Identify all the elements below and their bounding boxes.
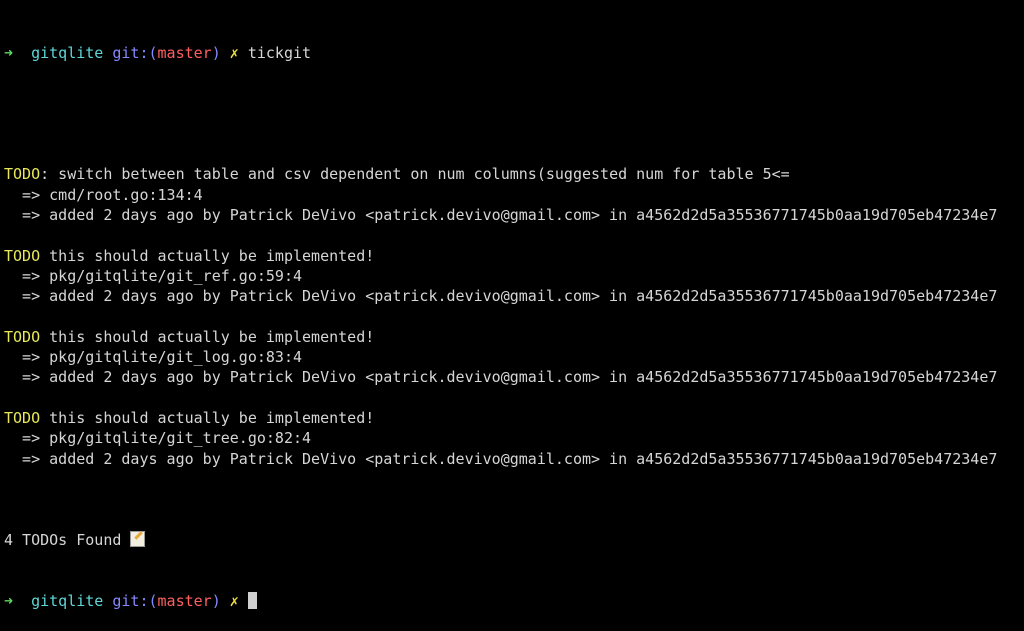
summary-line: 4 TODOs Found xyxy=(4,530,997,550)
git-label-close: ) xyxy=(211,591,221,610)
todo-commit-info: => added 2 days ago by Patrick DeVivo <p… xyxy=(4,449,998,468)
prompt-directory: gitqlite xyxy=(31,43,104,62)
terminal-output: ➜ gitqlite git:(master) ✗ tickgit TODO: … xyxy=(4,2,997,631)
todo-location: => cmd/root.go:134:4 xyxy=(4,185,203,204)
git-label-close: ) xyxy=(211,43,221,62)
todo-text: this should actually be implemented! xyxy=(40,246,375,265)
todo-tag: TODO xyxy=(4,327,41,346)
todo-location: => pkg/gitqlite/git_tree.go:82:4 xyxy=(4,429,312,448)
todo-commit-info: => added 2 days ago by Patrick DeVivo <p… xyxy=(4,368,998,387)
todo-tag: TODO xyxy=(4,165,41,184)
todo-text: : switch between table and csv dependent… xyxy=(40,165,790,184)
prompt-directory: gitqlite xyxy=(31,591,104,610)
todo-title-line: TODO this should actually be implemented… xyxy=(4,408,997,428)
dirty-icon: ✗ xyxy=(229,591,239,610)
todo-location: => pkg/gitqlite/git_log.go:83:4 xyxy=(4,348,303,367)
git-label: git:( xyxy=(112,591,158,610)
prompt-arrow-icon: ➜ xyxy=(4,43,14,62)
memo-icon xyxy=(130,530,146,547)
command-text: tickgit xyxy=(247,43,312,62)
todo-entry: TODO this should actually be implemented… xyxy=(4,327,997,408)
git-label: git:( xyxy=(112,43,158,62)
summary-text: 4 TODOs Found xyxy=(4,530,131,549)
todo-location: => pkg/gitqlite/git_ref.go:59:4 xyxy=(4,266,303,285)
todo-text: this should actually be implemented! xyxy=(40,408,375,427)
dirty-icon: ✗ xyxy=(229,43,239,62)
todo-entry: TODO this should actually be implemented… xyxy=(4,408,997,489)
prompt-arrow-icon: ➜ xyxy=(4,591,14,610)
todo-title-line: TODO this should actually be implemented… xyxy=(4,327,997,347)
terminal-cursor[interactable] xyxy=(247,591,257,609)
todo-tag: TODO xyxy=(4,408,41,427)
todo-commit-info: => added 2 days ago by Patrick DeVivo <p… xyxy=(4,205,998,224)
todo-title-line: TODO this should actually be implemented… xyxy=(4,246,997,266)
todo-text: this should actually be implemented! xyxy=(40,327,375,346)
todo-entry: TODO: switch between table and csv depen… xyxy=(4,164,997,245)
todo-entry: TODO this should actually be implemented… xyxy=(4,246,997,327)
todo-title-line: TODO: switch between table and csv depen… xyxy=(4,164,997,184)
todo-tag: TODO xyxy=(4,246,41,265)
git-branch: master xyxy=(157,591,212,610)
todo-commit-info: => added 2 days ago by Patrick DeVivo <p… xyxy=(4,287,998,306)
git-branch: master xyxy=(157,43,212,62)
command-prompt-line: ➜ gitqlite git:(master) ✗ tickgit xyxy=(4,43,997,63)
current-prompt-line[interactable]: ➜ gitqlite git:(master) ✗ xyxy=(4,591,997,611)
